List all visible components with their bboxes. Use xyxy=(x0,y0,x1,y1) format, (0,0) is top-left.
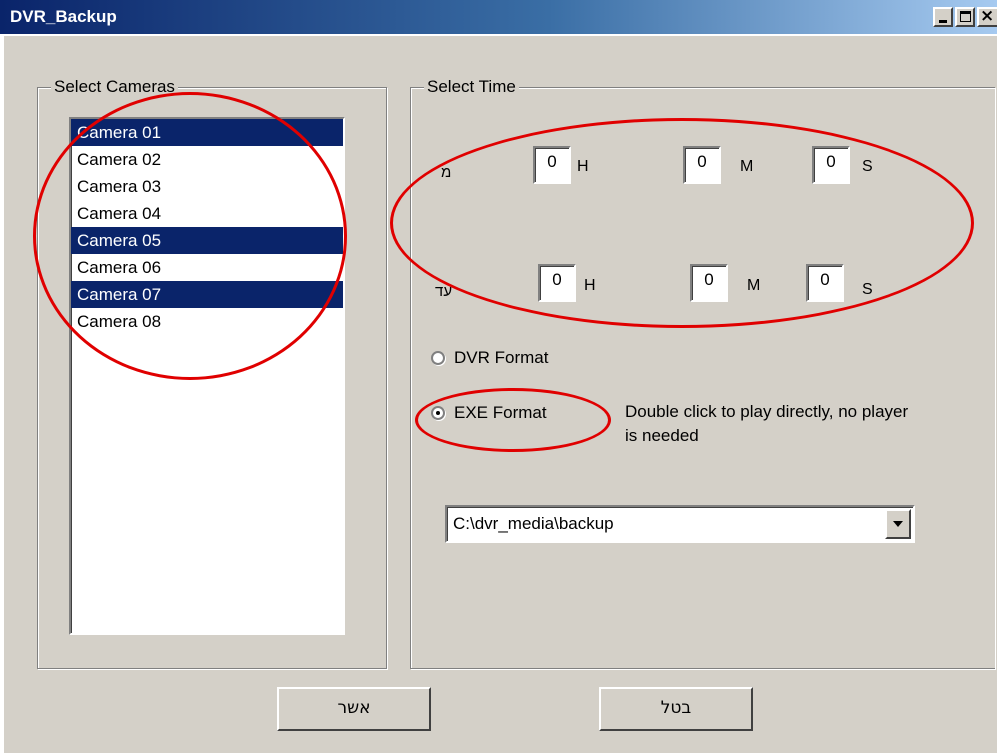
from-seconds-unit: S xyxy=(862,158,873,175)
to-label: עד xyxy=(435,283,453,300)
from-hours-unit: H xyxy=(577,158,589,175)
radio-selected-dot xyxy=(436,411,440,415)
minimize-icon xyxy=(939,20,947,23)
close-button[interactable]: × xyxy=(977,6,997,27)
exe-format-label[interactable]: EXE Format xyxy=(454,403,547,423)
camera-listbox[interactable]: Camera 01 Camera 02 Camera 03 Camera 04 … xyxy=(69,117,345,635)
to-minutes-input[interactable]: 0 xyxy=(690,264,728,302)
exe-format-note: Double click to play directly, no player… xyxy=(625,402,909,445)
from-minutes-unit: M xyxy=(740,158,754,175)
maximize-button[interactable] xyxy=(955,7,975,27)
cameras-group-label: Select Cameras xyxy=(51,77,178,97)
from-hours-input[interactable]: 0 xyxy=(533,146,571,184)
camera-list-item[interactable]: Camera 04 xyxy=(71,200,343,227)
maximize-icon xyxy=(960,11,971,22)
dropdown-button[interactable] xyxy=(885,509,911,539)
to-hours-input[interactable]: 0 xyxy=(538,264,576,302)
title-bar: DVR_Backup × xyxy=(0,0,997,36)
time-group-label: Select Time xyxy=(424,77,519,97)
to-hours-unit: H xyxy=(584,277,596,294)
camera-list-item[interactable]: Camera 08 xyxy=(71,308,343,335)
ok-button[interactable]: אשר xyxy=(277,687,431,731)
camera-list-item[interactable]: Camera 06 xyxy=(71,254,343,281)
exe-format-radio[interactable] xyxy=(431,406,445,420)
backup-path-value: C:\dvr_media\backup xyxy=(453,514,614,533)
to-seconds-unit: S xyxy=(862,281,873,298)
camera-list-item[interactable]: Camera 03 xyxy=(71,173,343,200)
camera-list-item[interactable]: Camera 07 xyxy=(71,281,343,308)
window-title: DVR_Backup xyxy=(10,7,117,26)
dvr-format-radio[interactable] xyxy=(431,351,445,365)
from-seconds-input[interactable]: 0 xyxy=(812,146,850,184)
camera-list-item[interactable]: Camera 05 xyxy=(71,227,343,254)
chevron-down-icon xyxy=(893,521,903,527)
close-icon: × xyxy=(980,6,995,26)
to-minutes-unit: M xyxy=(747,277,761,294)
minimize-button[interactable] xyxy=(933,7,953,27)
backup-path-combobox[interactable]: C:\dvr_media\backup xyxy=(445,505,915,543)
dvr-format-label[interactable]: DVR Format xyxy=(454,348,548,368)
camera-list-item[interactable]: Camera 01 xyxy=(71,119,343,146)
from-label: מ xyxy=(441,164,452,181)
camera-list-item[interactable]: Camera 02 xyxy=(71,146,343,173)
window-border xyxy=(0,36,5,753)
to-seconds-input[interactable]: 0 xyxy=(806,264,844,302)
from-minutes-input[interactable]: 0 xyxy=(683,146,721,184)
cancel-button[interactable]: בטל xyxy=(599,687,753,731)
